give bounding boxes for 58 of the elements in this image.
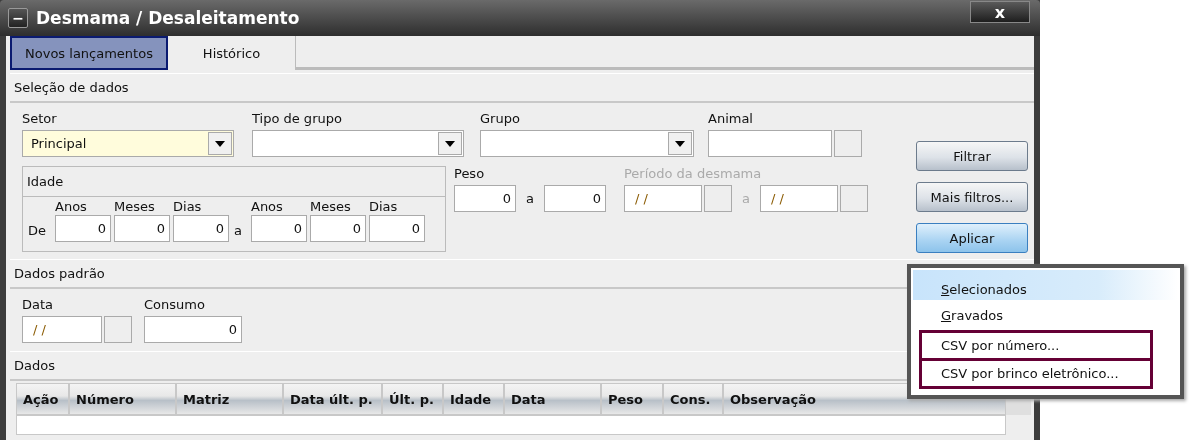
more-filters-button[interactable]: Mais filtros... [916,182,1028,212]
number-field[interactable]: 0 [543,185,606,212]
action-button[interactable]: Aplicar [916,223,1028,253]
field-label: a [233,223,243,240]
column-header[interactable]: Últ. p. [382,383,443,415]
caret-icon [215,140,225,147]
action-button[interactable]: Filtrar [916,141,1028,171]
combo-box[interactable]: Principal [22,130,234,157]
column-header[interactable]: Cons. [663,383,723,415]
column-header[interactable]: Matriz [176,383,283,415]
text-field[interactable] [708,130,832,157]
field-label: Dias [369,199,399,215]
caret-icon [445,140,455,147]
column-header[interactable]: Idade [443,383,504,415]
dropdown-button[interactable] [438,132,462,155]
number-field[interactable]: 0 [369,215,425,242]
column-header[interactable]: Número [69,383,176,415]
field-label: Período da desmama [623,166,763,182]
field-label: Meses [114,199,156,215]
caret-icon [675,140,685,147]
field-label: a [740,191,751,206]
field-label: Anos [251,199,284,215]
group-title: Idade [23,167,445,197]
field-label: Grupo [480,111,521,127]
number-field[interactable]: 0 [454,185,516,212]
tab[interactable]: Novos lançamentos [10,36,168,70]
column-header[interactable]: Ação [16,383,69,415]
field-label: Consumo [144,297,206,313]
dropdown-button[interactable] [208,132,232,155]
field-label: Peso [454,166,486,182]
minimize-button[interactable]: − [8,8,28,28]
close-button[interactable]: x [970,1,1030,23]
date-field[interactable]: / / [22,316,102,343]
number-field[interactable]: 0 [251,215,307,242]
window-title: Desmama / Desaleitamento [36,8,301,28]
field-label: Data [22,297,55,313]
field-label: Meses [310,199,352,215]
field-label: Dias [173,199,203,215]
section-header: Seleção de dados [10,73,1034,103]
number-field[interactable]: 0 [114,215,170,242]
column-header[interactable]: Data últ. p. [283,383,382,415]
field-label: Tipo de grupo [252,111,343,127]
menu-item[interactable]: CSV por brinco eletrônico... [919,358,1153,389]
calendar-button[interactable] [104,316,132,343]
lookup-button[interactable] [834,130,862,157]
tab[interactable]: Histórico [168,36,296,70]
column-header[interactable]: Peso [601,383,663,415]
field-label: Anos [55,199,88,215]
field-label: De [27,223,47,240]
field-label: Animal [708,111,754,127]
dropdown-button[interactable] [668,132,692,155]
number-field[interactable]: 0 [55,215,111,242]
column-header[interactable]: Data [504,383,601,415]
number-field[interactable]: 0 [310,215,366,242]
field-label: Setor [22,111,58,127]
number-field[interactable]: 0 [144,316,242,343]
number-field[interactable]: 0 [173,215,229,242]
field-label: a [525,191,535,206]
